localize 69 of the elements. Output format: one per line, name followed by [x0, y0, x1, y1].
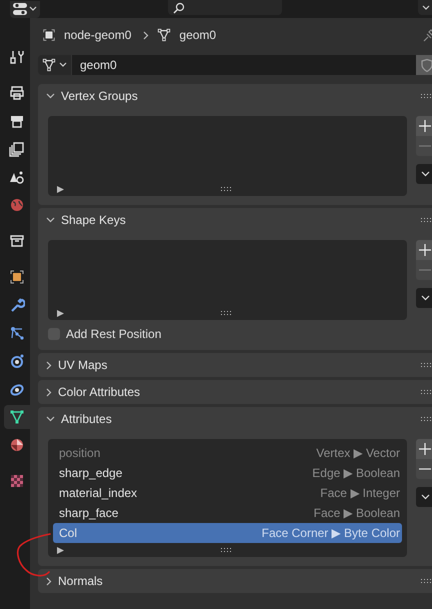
caret-icon: [59, 62, 67, 68]
chevron-right-icon: [143, 30, 150, 40]
properties-tab[interactable]: [4, 405, 30, 429]
toggles-icon: [13, 2, 27, 16]
search-icon: [173, 2, 185, 14]
orbit-icon: [9, 353, 25, 369]
mesh-icon: [42, 58, 56, 72]
mesh-icon: [157, 28, 172, 42]
square-icon: [9, 269, 25, 285]
chevron-right-icon: [46, 388, 52, 396]
image-stack-icon: [9, 141, 25, 157]
triangle-icon: [9, 409, 25, 425]
checker-icon: [9, 473, 25, 489]
plus-icon: [419, 443, 431, 455]
object-name: node-geom0: [64, 28, 132, 42]
nodes-icon: [9, 325, 25, 341]
printer-icon: [9, 113, 25, 129]
minus-icon: [419, 468, 431, 470]
chevron-down-icon: [46, 217, 55, 223]
filter-toggle-icon[interactable]: [57, 186, 64, 192]
filter-toggle-icon[interactable]: [57, 310, 64, 316]
panel-header[interactable]: Color Attributes: [38, 380, 432, 404]
plus-icon: [419, 120, 431, 132]
wrench-icon: [9, 297, 25, 313]
minus-icon: [419, 145, 431, 147]
chevron-down-icon: [46, 416, 55, 422]
attribute-row[interactable]: sharp_face Face ▶ Boolean: [53, 503, 402, 523]
name-field[interactable]: geom0: [71, 55, 416, 75]
mesh-name: geom0: [179, 28, 216, 42]
shield-icon: [421, 58, 432, 72]
specials-menu-button[interactable]: [416, 164, 432, 184]
add-button[interactable]: [416, 439, 432, 459]
minus-icon: [419, 269, 431, 271]
attribute-row[interactable]: sharp_edge Edge ▶ Boolean: [53, 463, 402, 483]
annotation-scribble: [16, 533, 51, 576]
shapes-icon: [9, 169, 25, 185]
object-icon: [42, 28, 56, 42]
tools-icon: [9, 49, 25, 65]
specials-menu-button[interactable]: [416, 487, 432, 507]
chevron-right-icon: [46, 576, 52, 586]
globe-icon: [9, 197, 25, 213]
checkbox-label[interactable]: Add Rest Position: [66, 327, 162, 341]
panel-header[interactable]: Vertex Groups: [38, 84, 432, 108]
remove-button[interactable]: [416, 459, 432, 479]
panel-header[interactable]: Normals: [38, 569, 432, 593]
chevron-down-icon: [420, 494, 430, 500]
chevron-down-icon: [420, 171, 430, 177]
options-dropdown[interactable]: [418, 0, 432, 15]
chevron-down-icon: [420, 295, 430, 301]
chevron-right-icon: [46, 360, 52, 370]
caret-icon: [29, 6, 37, 12]
panel-header[interactable]: UV Maps: [38, 353, 432, 377]
filter-toggle-icon[interactable]: [57, 546, 64, 554]
attribute-row[interactable]: Col Face Corner ▶ Byte Color: [53, 523, 402, 543]
editor-type-button[interactable]: [10, 0, 40, 18]
box-icon: [9, 233, 25, 249]
printer-icon: [9, 85, 25, 101]
panel-header[interactable]: Attributes: [38, 407, 432, 431]
add-button[interactable]: [416, 116, 432, 136]
add-button[interactable]: [416, 240, 432, 260]
chevron-down-icon: [46, 93, 55, 99]
panel-header[interactable]: Shape Keys: [38, 208, 432, 232]
search-field[interactable]: [168, 0, 282, 15]
attribute-row[interactable]: material_index Face ▶ Integer: [53, 483, 402, 503]
caret-icon: [422, 4, 430, 10]
plus-icon: [419, 244, 431, 256]
specials-menu-button[interactable]: [416, 288, 432, 308]
sphere-icon: [9, 437, 25, 453]
mesh-browse-button[interactable]: [38, 55, 71, 75]
